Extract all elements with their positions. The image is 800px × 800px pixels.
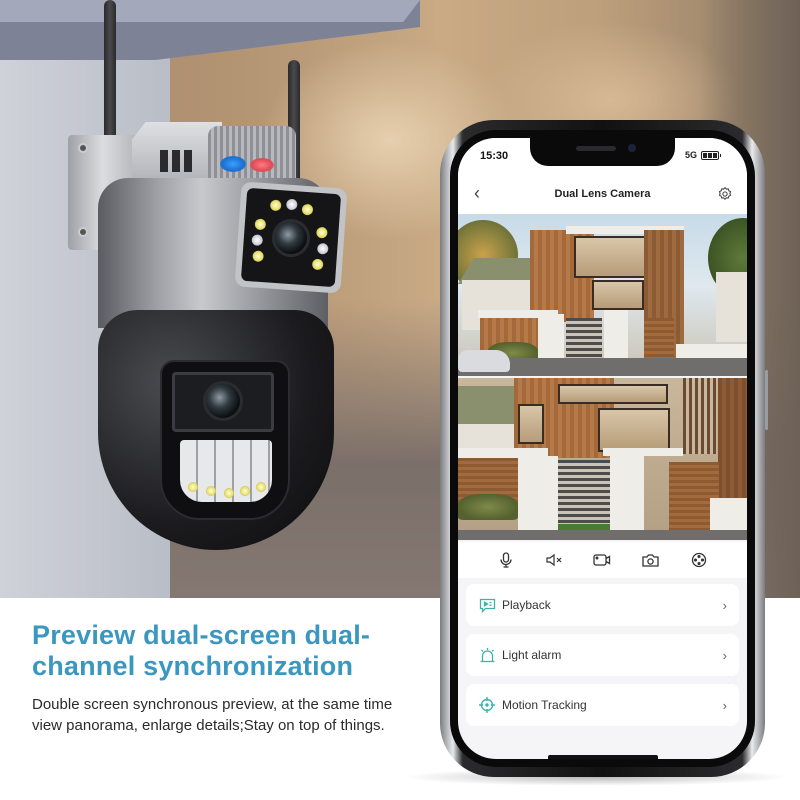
live-controls-bar <box>458 542 747 578</box>
lens-2-feed[interactable] <box>458 378 747 540</box>
ptz-lens-window <box>172 372 274 432</box>
side-button <box>765 370 768 430</box>
led-icon <box>188 482 198 492</box>
screw-icon <box>78 143 88 153</box>
led-icon <box>254 218 267 231</box>
alarm-light-icon <box>478 646 496 664</box>
vent <box>172 150 180 172</box>
screw-icon <box>78 227 88 237</box>
led-icon <box>240 486 250 496</box>
marketing-copy: Preview dual-screen dual- channel synchr… <box>32 620 412 736</box>
phone-notch <box>530 138 675 166</box>
video-record-icon[interactable] <box>591 549 613 571</box>
microphone-icon[interactable] <box>495 549 517 571</box>
gate <box>558 460 610 524</box>
led-icon <box>285 198 298 211</box>
lens-1-feed[interactable] <box>458 214 747 376</box>
description: Double screen synchronous preview, at th… <box>32 696 393 734</box>
menu-item-label: Light alarm <box>502 648 562 662</box>
network-label: 5G <box>684 150 697 160</box>
menu-item-motion-tracking[interactable]: Motion Tracking › <box>466 684 739 726</box>
camera-lens-icon <box>203 381 243 421</box>
home-indicator[interactable] <box>548 755 658 759</box>
menu-item-playback[interactable]: Playback › <box>466 584 739 626</box>
led-icon <box>251 234 264 247</box>
house-window <box>518 404 544 444</box>
floodlight-panel <box>180 440 272 502</box>
headline-line-2: channel synchronization <box>32 651 354 681</box>
house-window <box>592 280 644 310</box>
gear-icon[interactable] <box>717 186 733 202</box>
vent <box>184 150 192 172</box>
led-icon <box>316 226 328 239</box>
led-icon <box>311 258 324 271</box>
siren-light <box>208 126 296 184</box>
vent <box>160 150 168 172</box>
chevron-right-icon: › <box>722 597 727 613</box>
led-icon <box>224 488 234 498</box>
phone-screen: 15:30 5G ‹ Dual Lens Camera Playback › L… <box>458 138 747 759</box>
security-camera-product <box>60 0 360 598</box>
led-icon <box>252 250 264 263</box>
chevron-right-icon: › <box>722 647 727 663</box>
headline: Preview dual-screen dual- channel synchr… <box>32 620 412 682</box>
led-icon <box>301 203 314 216</box>
neighbor-house <box>716 272 747 342</box>
house-window <box>598 408 670 452</box>
house-window <box>558 384 668 404</box>
status-time: 15:30 <box>480 150 509 162</box>
led-icon <box>256 482 266 492</box>
earpiece-speaker <box>576 146 616 151</box>
led-icon <box>206 486 216 496</box>
house-window <box>574 236 646 278</box>
ptz-control-icon[interactable] <box>688 549 710 571</box>
camera-icon[interactable] <box>640 549 662 571</box>
app-bar: ‹ Dual Lens Camera <box>458 174 747 214</box>
parked-car <box>458 350 510 372</box>
menu-item-label: Motion Tracking <box>502 698 587 712</box>
led-icon <box>269 199 282 212</box>
chevron-right-icon: › <box>722 697 727 713</box>
headline-line-1: Preview dual-screen dual- <box>32 620 371 650</box>
speaker-mute-icon[interactable] <box>543 549 565 571</box>
led-icon <box>316 242 329 255</box>
menu-item-light-alarm[interactable]: Light alarm › <box>466 634 739 676</box>
fixed-lens-module <box>234 181 348 294</box>
playback-icon <box>478 596 496 614</box>
camera-lens-icon <box>270 217 312 259</box>
siren-blue-light <box>220 156 246 172</box>
smartphone: 15:30 5G ‹ Dual Lens Camera Playback › L… <box>440 120 768 777</box>
crosshair-icon <box>478 696 496 714</box>
siren-red-light <box>250 158 274 172</box>
front-camera <box>628 144 636 152</box>
page-title: Dual Lens Camera <box>554 188 651 200</box>
feature-menu: Playback › Light alarm › Motion Tracking… <box>466 584 739 734</box>
battery-full-icon <box>701 150 721 160</box>
chevron-left-icon[interactable]: ‹ <box>474 183 480 204</box>
menu-item-label: Playback <box>502 598 551 612</box>
